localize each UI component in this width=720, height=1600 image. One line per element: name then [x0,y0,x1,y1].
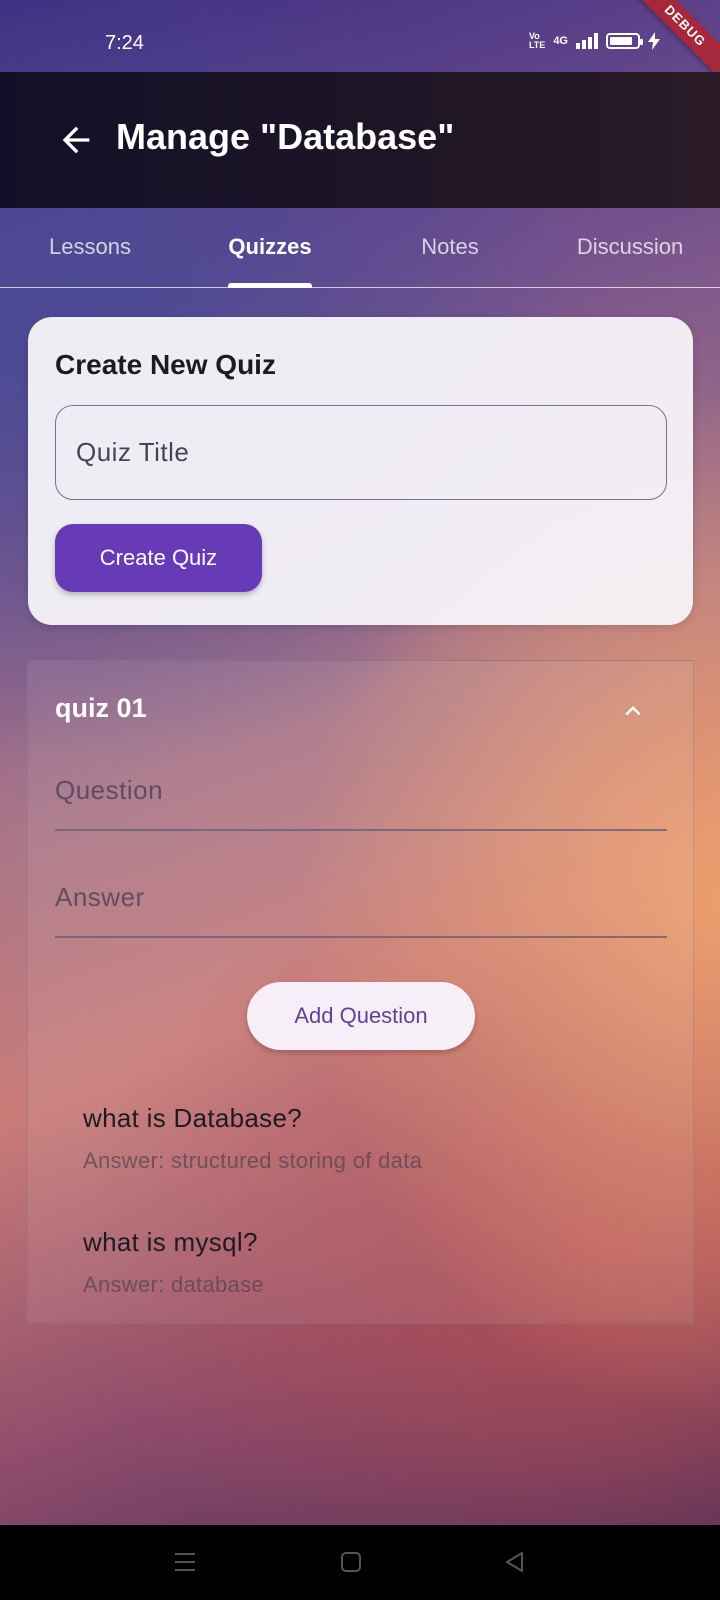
home-button[interactable] [336,1547,366,1577]
status-bar: 7:24 Vo LTE 4G [0,0,720,72]
menu-icon [175,1553,195,1571]
tab-discussion[interactable]: Discussion [540,234,720,260]
quiz-panel: quiz 01 Add Question what is Database? A… [27,660,694,1324]
tab-bar: Lessons Quizzes Notes Discussion [0,208,720,288]
question-text: what is Database? [83,1103,303,1133]
create-quiz-title: Create New Quiz [55,349,276,380]
back-button[interactable] [56,120,96,160]
question-text: what is mysql? [83,1227,258,1257]
page-title: Manage "Database" [116,116,455,157]
home-square-icon [341,1552,361,1572]
signal-icon [576,33,598,49]
answer-text: Answer: database [83,1272,264,1297]
question-list-item[interactable]: what is mysql? Answer: database [83,1227,643,1298]
tab-quizzes[interactable]: Quizzes [180,234,360,260]
battery-icon [606,33,643,49]
arrow-left-icon [62,126,90,154]
tab-lessons[interactable]: Lessons [0,234,180,260]
question-list-item[interactable]: what is Database? Answer: structured sto… [83,1103,643,1174]
create-quiz-card: Create New Quiz Create Quiz [28,317,693,625]
back-nav-button[interactable] [500,1547,530,1577]
system-nav-bar [0,1525,720,1600]
quiz-title-input[interactable] [55,405,667,500]
answer-text: Answer: structured storing of data [83,1148,423,1173]
answer-field[interactable] [55,858,667,938]
charging-icon [648,32,660,50]
add-question-button[interactable]: Add Question [247,982,475,1050]
tab-indicator [228,283,312,288]
create-quiz-button[interactable]: Create Quiz [55,524,262,592]
tab-notes[interactable]: Notes [360,234,540,260]
volte-icon: Vo LTE [528,31,546,50]
recent-apps-button[interactable] [170,1547,200,1577]
network-type: 4G [553,35,568,47]
status-icons: Vo LTE 4G [529,32,660,50]
back-triangle-icon [506,1552,523,1572]
chevron-up-icon[interactable] [618,696,648,726]
quiz-name: quiz 01 [55,693,147,723]
app-bar: Manage "Database" [0,72,720,208]
question-field[interactable] [55,751,667,831]
status-time: 7:24 [105,32,144,54]
